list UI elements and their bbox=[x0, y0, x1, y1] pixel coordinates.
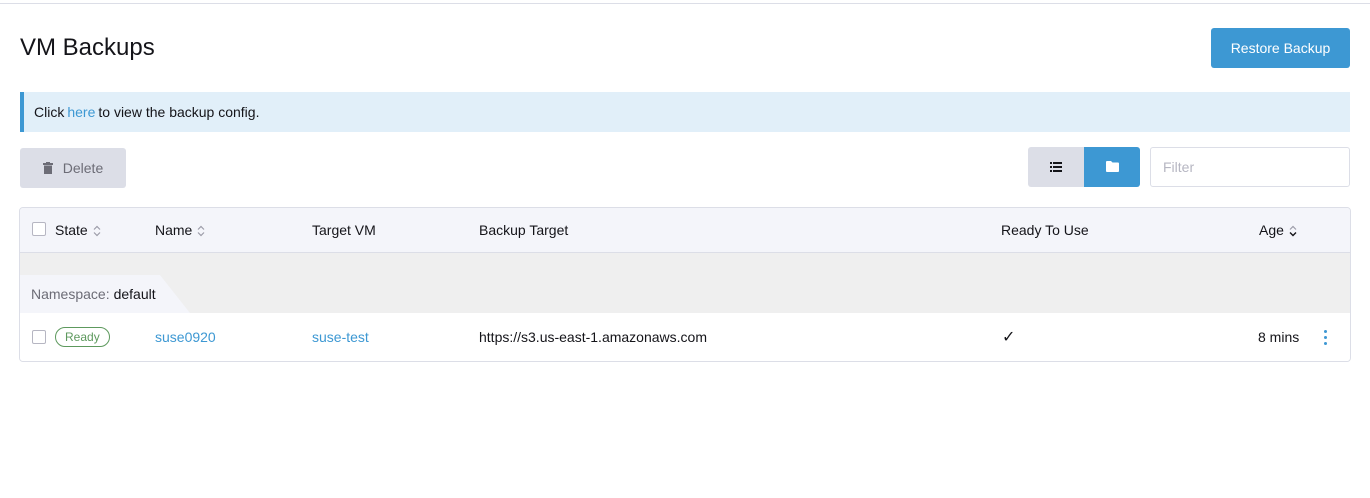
folder-icon bbox=[1105, 160, 1119, 175]
delete-button[interactable]: Delete bbox=[20, 148, 126, 188]
namespace-group-row: Namespace: default bbox=[20, 253, 1350, 313]
age-cell: 8 mins bbox=[1258, 329, 1300, 345]
list-icon bbox=[1050, 160, 1062, 175]
backups-table: State Name Target VM Backup Target Ready… bbox=[19, 207, 1351, 362]
delete-label: Delete bbox=[62, 160, 104, 176]
column-backup-target: Backup Target bbox=[479, 208, 568, 252]
column-age-label: Age bbox=[1259, 222, 1284, 238]
banner-prefix: Click bbox=[34, 104, 65, 120]
table-row: Ready suse0920 suse-test https://s3.us-e… bbox=[20, 313, 1350, 361]
column-state[interactable]: State bbox=[55, 208, 101, 252]
row-checkbox[interactable] bbox=[32, 330, 46, 344]
row-actions-button[interactable] bbox=[1318, 313, 1332, 361]
column-name[interactable]: Name bbox=[155, 208, 205, 252]
target-vm-link[interactable]: suse-test bbox=[312, 313, 369, 361]
page-title: VM Backups bbox=[20, 34, 155, 61]
namespace-group-tab: Namespace: default bbox=[20, 275, 190, 313]
filter-input[interactable] bbox=[1150, 147, 1350, 187]
info-banner: Click here to view the backup config. bbox=[20, 92, 1350, 132]
backup-config-link[interactable]: here bbox=[67, 104, 95, 120]
trash-icon bbox=[42, 162, 53, 174]
column-target-vm: Target VM bbox=[312, 208, 376, 252]
select-all-checkbox[interactable] bbox=[32, 222, 46, 236]
view-toggle bbox=[1028, 147, 1140, 187]
group-by-namespace-button[interactable] bbox=[1084, 147, 1140, 187]
column-backup-target-label: Backup Target bbox=[479, 222, 569, 238]
status-badge: Ready bbox=[55, 327, 110, 347]
flat-list-view-button[interactable] bbox=[1028, 147, 1084, 187]
backup-name-link[interactable]: suse0920 bbox=[155, 313, 216, 361]
sort-icon bbox=[197, 224, 205, 237]
column-state-label: State bbox=[55, 222, 88, 238]
column-age[interactable]: Age bbox=[1259, 208, 1297, 252]
backup-target-cell: https://s3.us-east-1.amazonaws.com bbox=[479, 329, 707, 345]
group-label: Namespace: bbox=[31, 286, 110, 302]
check-icon: ✓ bbox=[1002, 329, 1016, 346]
column-name-label: Name bbox=[155, 222, 193, 238]
group-value: default bbox=[113, 286, 156, 302]
sort-icon bbox=[1289, 224, 1297, 237]
restore-backup-button[interactable]: Restore Backup bbox=[1211, 28, 1350, 68]
column-ready-label: Ready To Use bbox=[1001, 222, 1089, 238]
kebab-icon bbox=[1323, 329, 1327, 345]
state-cell: Ready bbox=[55, 313, 110, 361]
banner-suffix: to view the backup config. bbox=[98, 104, 260, 120]
top-divider bbox=[0, 3, 1370, 4]
column-ready-to-use: Ready To Use bbox=[1001, 208, 1089, 252]
table-header: State Name Target VM Backup Target Ready… bbox=[20, 208, 1350, 253]
column-target-vm-label: Target VM bbox=[312, 222, 376, 238]
sort-icon bbox=[93, 224, 101, 237]
